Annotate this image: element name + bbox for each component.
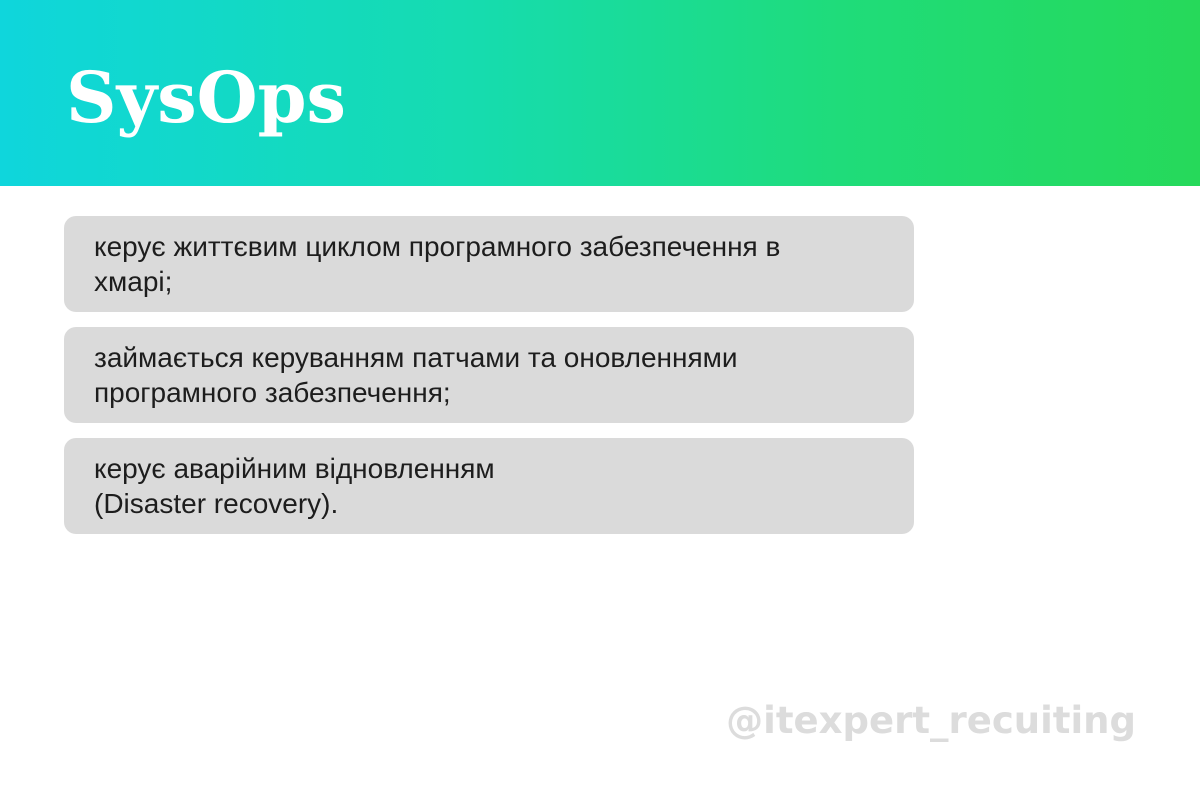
list-item-text: займається керуванням патчами та оновлен… [94,342,738,408]
list-item-text: керує аварійним відновленням (Disaster r… [94,453,495,519]
card-list: керує життєвим циклом програмного забезп… [64,216,914,549]
page-title: SysOps [66,56,346,139]
watermark: @itexpert_recuiting [726,699,1136,742]
header-banner: SysOps [0,0,1200,186]
list-item: керує аварійним відновленням (Disaster r… [64,438,914,534]
list-item: керує життєвим циклом програмного забезп… [64,216,914,312]
list-item-text: керує життєвим циклом програмного забезп… [94,231,781,297]
list-item: займається керуванням патчами та оновлен… [64,327,914,423]
